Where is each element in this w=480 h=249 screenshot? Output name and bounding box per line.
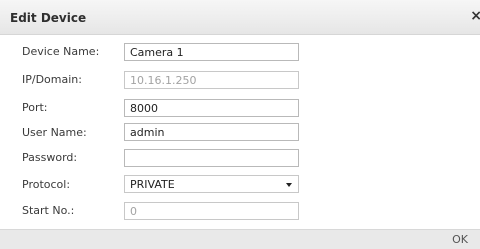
user-name-input[interactable] bbox=[124, 123, 299, 141]
dialog-footer: OK bbox=[0, 229, 480, 249]
dialog-title: Edit Device bbox=[10, 11, 87, 25]
protocol-select[interactable]: PRIVATE bbox=[124, 175, 299, 193]
device-name-input[interactable] bbox=[124, 43, 299, 61]
protocol-selected-value: PRIVATE bbox=[130, 178, 175, 191]
dialog-titlebar: Edit Device × bbox=[0, 0, 480, 35]
password-label: Password: bbox=[22, 151, 78, 164]
protocol-label: Protocol: bbox=[22, 178, 71, 191]
user-name-label: User Name: bbox=[22, 126, 87, 139]
ip-domain-label: IP/Domain: bbox=[22, 73, 82, 86]
ok-button[interactable]: OK bbox=[452, 233, 468, 246]
chevron-down-icon bbox=[286, 183, 292, 187]
port-input[interactable] bbox=[124, 99, 299, 117]
ip-domain-input bbox=[124, 71, 299, 89]
port-label: Port: bbox=[22, 101, 48, 114]
device-name-label: Device Name: bbox=[22, 45, 100, 58]
close-icon[interactable]: × bbox=[470, 8, 480, 24]
start-no-input bbox=[124, 202, 299, 220]
edit-device-dialog: Edit Device × Device Name: IP/Domain: Po… bbox=[0, 0, 480, 249]
password-input[interactable] bbox=[124, 149, 299, 167]
start-no-label: Start No.: bbox=[22, 204, 75, 217]
